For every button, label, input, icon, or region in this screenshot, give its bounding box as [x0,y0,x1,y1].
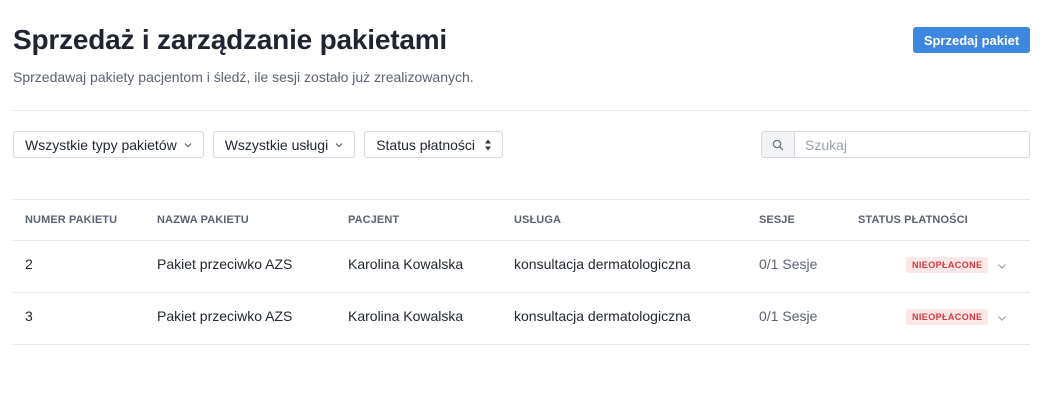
cell-package-number: 3 [25,308,33,324]
cell-sessions: 0/1 Sesje [759,256,818,272]
payment-status-filter[interactable]: Status płatności [364,131,504,158]
cell-patient: Karolina Kowalska [348,308,464,324]
chevron-down-icon[interactable] [996,312,1008,324]
page-subtitle: Sprzedawaj pakiety pacjentom i śledź, il… [13,69,474,85]
search-addon[interactable] [762,132,795,157]
column-header-patient: PACJENT [348,214,400,226]
filters-bar: Wszystkie typy pakietów Wszystkie usługi… [13,131,504,158]
table-header: NUMER PAKIETU NAZWA PAKIETU PACJENT USŁU… [13,199,1030,241]
chevron-down-icon [184,142,192,147]
status-badge: NIEOPŁACONE [906,257,989,273]
search-box [761,131,1030,158]
package-type-filter[interactable]: Wszystkie typy pakietów [13,131,204,158]
page-title: Sprzedaż i zarządzanie pakietami [13,24,447,55]
table-row[interactable]: 2 Pakiet przeciwko AZS Karolina Kowalska… [13,241,1030,293]
cell-patient: Karolina Kowalska [348,256,464,272]
cell-package-name: Pakiet przeciwko AZS [157,308,293,324]
column-header-sessions: SESJE [759,214,795,226]
header-divider [13,110,1030,111]
chevron-down-icon[interactable] [996,260,1008,272]
column-header-payment-status: STATUS PŁATNOŚCI [858,214,968,226]
column-header-number: NUMER PAKIETU [25,214,118,226]
search-input[interactable] [795,132,1029,157]
status-badge: NIEOPŁACONE [906,309,989,325]
packages-table: NUMER PAKIETU NAZWA PAKIETU PACJENT USŁU… [13,199,1030,345]
cell-sessions: 0/1 Sesje [759,308,818,324]
cell-service: konsultacja dermatologiczna [514,256,691,272]
column-header-name: NAZWA PAKIETU [157,214,249,226]
chevron-down-icon [335,142,343,147]
packages-page: Sprzedaż i zarządzanie pakietami Sprzeda… [0,0,1063,408]
cell-package-name: Pakiet przeciwko AZS [157,256,293,272]
page-header: Sprzedaż i zarządzanie pakietami Sprzeda… [13,22,1030,86]
search-icon [772,139,784,150]
payment-status-filter-label: Status płatności [376,136,476,153]
service-filter-label: Wszystkie usługi [224,136,329,153]
package-type-filter-label: Wszystkie typy pakietów [25,136,177,153]
column-header-service: USŁUGA [514,214,562,226]
cell-package-number: 2 [25,256,33,272]
sort-updown-icon [485,139,492,150]
service-filter[interactable]: Wszystkie usługi [212,131,356,158]
table-row[interactable]: 3 Pakiet przeciwko AZS Karolina Kowalska… [13,293,1030,345]
cell-service: konsultacja dermatologiczna [514,308,691,324]
sell-package-button[interactable]: Sprzedaj pakiet [913,27,1030,53]
